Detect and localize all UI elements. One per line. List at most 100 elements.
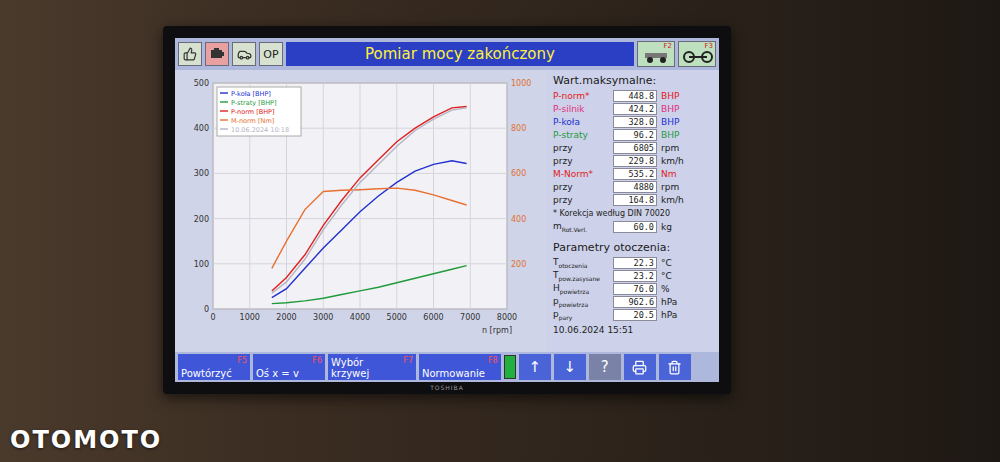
mode-button[interactable] bbox=[178, 42, 202, 66]
svg-text:100: 100 bbox=[194, 260, 209, 269]
value-unit: BHP bbox=[661, 117, 713, 127]
svg-text:8000: 8000 bbox=[497, 313, 517, 322]
value-label: P-straty bbox=[553, 130, 609, 140]
value-label: P-koła bbox=[553, 117, 609, 127]
legend: P-koła [BHP]P-straty [BHP]P-norm [BHP]M-… bbox=[217, 87, 301, 136]
watermark: OTOMOTO bbox=[10, 426, 162, 454]
content: 0100020003000400050006000700080000100200… bbox=[175, 70, 719, 352]
legend-item: M-norm [Nm] bbox=[220, 117, 274, 125]
value-box: 6805 bbox=[613, 142, 657, 154]
y-right-tick: 600 bbox=[511, 169, 526, 178]
svg-text:M-norm [Nm]: M-norm [Nm] bbox=[231, 117, 274, 125]
x-tick: 0 bbox=[210, 83, 215, 322]
bottom-bar: PowtórzyćF5Oś x = vF6Wybór krzywejF7Norm… bbox=[175, 352, 719, 382]
function-key: F6 bbox=[312, 355, 322, 379]
value-row: M-Norm*535.2Nm bbox=[553, 168, 713, 180]
function-key-button[interactable]: NormowanieF8 bbox=[419, 354, 501, 380]
value-label: przy bbox=[553, 182, 609, 192]
function-button[interactable]: F2 bbox=[637, 41, 675, 67]
svg-text:3000: 3000 bbox=[313, 313, 333, 322]
legend-item: 10.06.2024 10:18 bbox=[220, 126, 289, 134]
dyno-icon bbox=[642, 50, 672, 64]
env-row: Hpowietrza 76.0% bbox=[553, 283, 713, 295]
value-unit: rpm bbox=[661, 143, 713, 153]
y-right-tick: 1000 bbox=[511, 79, 531, 88]
value-unit: km/h bbox=[661, 156, 713, 166]
x-tick: 5000 bbox=[387, 83, 407, 322]
section-title: Wart.maksymalne: bbox=[553, 74, 713, 87]
value-row: P-koła 328.0 BHP bbox=[553, 116, 713, 128]
icon-button[interactable]: ? bbox=[589, 354, 621, 380]
value-label: mRot.Verl. bbox=[553, 221, 609, 233]
value-box: 424.2 bbox=[613, 103, 657, 115]
section-title: Parametry otoczenia: bbox=[553, 241, 713, 254]
value-label: przy bbox=[553, 195, 609, 205]
mode-button[interactable] bbox=[205, 42, 229, 66]
engine-icon bbox=[209, 47, 225, 61]
value-box: 23.2 bbox=[613, 270, 657, 282]
value-unit: °C bbox=[661, 258, 713, 268]
monitor-brand: TOSHIBA bbox=[430, 384, 464, 391]
y-right-tick: 400 bbox=[511, 215, 526, 224]
function-key-button[interactable]: Oś x = vF6 bbox=[253, 354, 325, 380]
value-label: P-norm* bbox=[553, 91, 609, 101]
value-row: P-straty 96.2 BHP bbox=[553, 129, 713, 141]
svg-text:10.06.2024 10:18: 10.06.2024 10:18 bbox=[231, 126, 289, 134]
function-button[interactable]: F3 bbox=[678, 41, 716, 67]
photo-scene: OPPomiar mocy zakończonyF2F3010002000300… bbox=[0, 0, 1000, 462]
thumbs-up-icon bbox=[183, 47, 197, 61]
value-row: mRot.Verl.60.0kg bbox=[553, 221, 713, 233]
value-label: M-Norm* bbox=[553, 169, 609, 179]
value-box: 22.3 bbox=[613, 257, 657, 269]
axle-icon bbox=[683, 50, 713, 64]
value-unit: Nm bbox=[661, 169, 713, 179]
chart-panel: 0100020003000400050006000700080000100200… bbox=[175, 70, 547, 352]
x-axis-label: n [rpm] bbox=[482, 326, 512, 335]
svg-text:7000: 7000 bbox=[460, 313, 480, 322]
value-unit: BHP bbox=[661, 91, 713, 101]
x-tick: 3000 bbox=[313, 83, 333, 322]
series-line bbox=[272, 266, 467, 304]
svg-text:2000: 2000 bbox=[276, 313, 296, 322]
svg-text:5000: 5000 bbox=[387, 313, 407, 322]
svg-text:6000: 6000 bbox=[423, 313, 443, 322]
value-unit: °C bbox=[661, 271, 713, 281]
value-label: P-silnik bbox=[553, 104, 609, 114]
svg-text:1000: 1000 bbox=[240, 313, 260, 322]
value-box: 164.8 bbox=[613, 194, 657, 206]
function-key-button[interactable]: PowtórzyćF5 bbox=[178, 354, 250, 380]
function-key-button[interactable]: Wybór krzywejF7 bbox=[328, 354, 416, 380]
value-box: 448.8 bbox=[613, 90, 657, 102]
legend-item: P-koła [BHP] bbox=[220, 90, 271, 98]
monitor: OPPomiar mocy zakończonyF2F3010002000300… bbox=[163, 26, 731, 394]
function-key: F2 bbox=[664, 42, 672, 50]
value-unit: BHP bbox=[661, 104, 713, 114]
icon-button[interactable] bbox=[624, 354, 656, 380]
value-box: 328.0 bbox=[613, 116, 657, 128]
legend-item: P-norm [BHP] bbox=[220, 108, 275, 116]
icon-glyph: ↑ bbox=[528, 358, 541, 376]
mode-button[interactable] bbox=[232, 42, 256, 66]
value-row: przy 4880 rpm bbox=[553, 181, 713, 193]
env-label: Hpowietrza bbox=[553, 283, 609, 295]
value-unit: % bbox=[661, 284, 713, 294]
icon-button[interactable] bbox=[659, 354, 691, 380]
svg-text:200: 200 bbox=[194, 215, 209, 224]
env-row: Totoczenia22.3°C bbox=[553, 257, 713, 269]
function-key: F7 bbox=[403, 355, 413, 379]
value-unit: hPa bbox=[661, 310, 713, 320]
value-label: przy bbox=[553, 156, 609, 166]
svg-text:0: 0 bbox=[210, 313, 215, 322]
env-row: Tpow.zasysane23.2°C bbox=[553, 270, 713, 282]
icon-button[interactable]: ↑ bbox=[519, 354, 551, 380]
icon-button[interactable]: ↓ bbox=[554, 354, 586, 380]
value-box: 76.0 bbox=[613, 283, 657, 295]
value-unit: BHP bbox=[661, 130, 713, 140]
printer-icon bbox=[632, 360, 647, 375]
value-unit: rpm bbox=[661, 182, 713, 192]
value-box: 4880 bbox=[613, 181, 657, 193]
function-key: F3 bbox=[705, 42, 713, 50]
mode-button[interactable]: OP bbox=[259, 42, 283, 66]
value-box: 96.2 bbox=[613, 129, 657, 141]
value-unit: hPa bbox=[661, 297, 713, 307]
